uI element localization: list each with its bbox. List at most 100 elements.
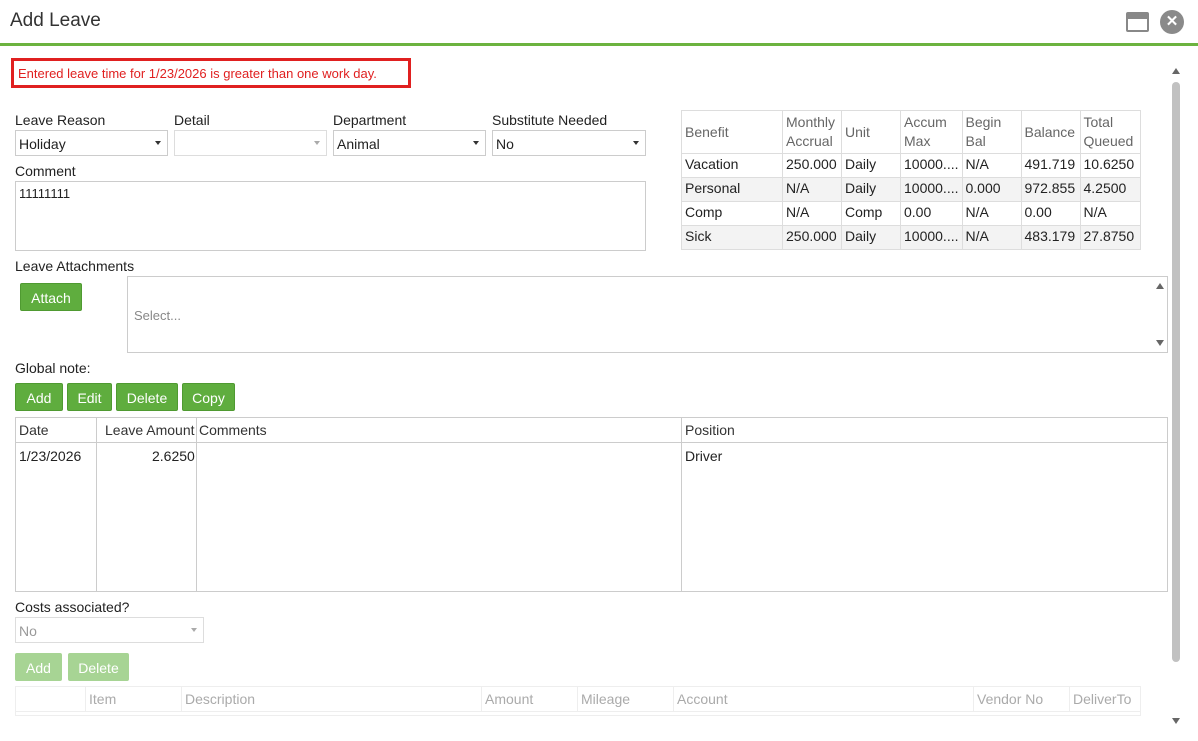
unit-header: Unit [841, 110, 901, 154]
table-row: Sick 250.000 Daily 10000.... N/A 483.179… [681, 225, 1141, 250]
table-cell: 0.00 [900, 201, 963, 226]
attach-button[interactable]: Attach [20, 283, 82, 311]
substitute-select[interactable]: No [492, 130, 646, 156]
row-position[interactable]: Driver [685, 448, 722, 464]
chevron-down-icon [191, 628, 197, 632]
table-cell: 0.00 [1020, 201, 1081, 226]
scroll-up-icon[interactable] [1156, 283, 1164, 289]
leave-reason-select[interactable]: Holiday [15, 130, 168, 156]
table-cell: Comp [681, 201, 783, 226]
department-value: Animal [337, 136, 380, 152]
description-header: Description [185, 691, 256, 707]
table-row: Comp N/A Comp 0.00 N/A 0.00 N/A [681, 201, 1141, 226]
table-cell: 10000.... [900, 177, 963, 202]
costs-value: No [19, 623, 37, 639]
delete-note-button[interactable]: Delete [116, 383, 178, 411]
department-select[interactable]: Animal [333, 130, 486, 156]
global-note-label: Global note: [15, 360, 91, 376]
copy-note-button[interactable]: Copy [182, 383, 235, 411]
table-cell: 972.855 [1020, 177, 1081, 202]
table-cell: 4.2500 [1079, 177, 1141, 202]
vendor-header: Vendor No [977, 691, 1044, 707]
maximize-icon[interactable] [1126, 12, 1149, 32]
table-cell: 10000.... [900, 153, 963, 178]
title-bar: Add Leave ✕ [0, 0, 1198, 44]
balance-header: Balance [1020, 110, 1081, 154]
table-row: Personal N/A Daily 10000.... 0.000 972.8… [681, 177, 1141, 202]
scroll-down-icon[interactable] [1172, 718, 1180, 724]
costs-grid: Item Description Amount Mileage Account … [15, 686, 1141, 716]
chevron-down-icon [473, 141, 479, 145]
begin-bal-header: Begin Bal [961, 110, 1022, 154]
table-cell: 250.000 [782, 153, 842, 178]
add-note-button[interactable]: Add [15, 383, 63, 411]
table-cell: 10000.... [900, 225, 963, 250]
comment-label: Comment [15, 163, 76, 179]
benefits-table: Benefit Monthly Accrual Unit Accum Max B… [681, 110, 1141, 250]
table-cell: N/A [782, 177, 842, 202]
chevron-down-icon [155, 141, 161, 145]
monthly-accrual-header: Monthly Accrual [782, 110, 842, 154]
comment-textarea[interactable]: 11111111 [15, 181, 646, 251]
table-cell: Vacation [681, 153, 783, 178]
account-header: Account [677, 691, 728, 707]
costs-label: Costs associated? [15, 599, 130, 615]
detail-label: Detail [174, 112, 210, 128]
table-cell: N/A [961, 225, 1022, 250]
leave-reason-label: Leave Reason [15, 112, 106, 128]
item-header: Item [89, 691, 117, 707]
table-cell: 0.000 [961, 177, 1022, 202]
table-row: Vacation 250.000 Daily 10000.... N/A 491… [681, 153, 1141, 178]
row-date[interactable]: 1/23/2026 [19, 448, 81, 464]
table-cell: N/A [961, 153, 1022, 178]
vertical-scrollbar[interactable] [1170, 62, 1182, 730]
grid-column [16, 687, 86, 712]
comments-header[interactable]: Comments [199, 422, 267, 438]
table-cell: 10.6250 [1079, 153, 1141, 178]
title-divider [0, 43, 1198, 46]
table-cell: 491.719 [1020, 153, 1081, 178]
leave-grid: Date Leave Amount Comments Position 1/23… [15, 417, 1168, 592]
substitute-value: No [496, 136, 514, 152]
substitute-label: Substitute Needed [492, 112, 608, 128]
table-cell: N/A [782, 201, 842, 226]
grid-column [16, 418, 97, 591]
department-label: Department [333, 112, 407, 128]
table-cell: 250.000 [782, 225, 842, 250]
deliver-header: DeliverTo [1073, 691, 1132, 707]
chevron-down-icon [314, 141, 320, 145]
table-cell: 483.179 [1020, 225, 1081, 250]
chevron-down-icon [633, 141, 639, 145]
close-icon[interactable]: ✕ [1160, 10, 1184, 34]
table-cell: N/A [961, 201, 1022, 226]
table-cell: N/A [1079, 201, 1141, 226]
scrollbar-thumb[interactable] [1172, 82, 1180, 662]
date-header[interactable]: Date [19, 422, 49, 438]
delete-cost-button: Delete [68, 653, 129, 681]
amount-header: Amount [485, 691, 534, 707]
benefit-header: Benefit [681, 110, 783, 154]
window-title: Add Leave [10, 10, 101, 31]
edit-note-button[interactable]: Edit [67, 383, 112, 411]
table-cell: Comp [841, 201, 901, 226]
position-header[interactable]: Position [685, 422, 735, 438]
table-cell: Sick [681, 225, 783, 250]
table-cell: Daily [841, 177, 901, 202]
scroll-up-icon[interactable] [1172, 68, 1180, 74]
attachments-placeholder: Select... [134, 308, 181, 323]
table-cell: Daily [841, 153, 901, 178]
grid-column [97, 418, 197, 591]
leave-amount-header[interactable]: Leave Amount [105, 422, 195, 438]
add-cost-button: Add [15, 653, 62, 681]
attachments-label: Leave Attachments [15, 258, 135, 274]
detail-select[interactable] [174, 130, 327, 156]
leave-reason-value: Holiday [19, 136, 66, 152]
table-cell: Personal [681, 177, 783, 202]
row-amount[interactable]: 2.6250 [152, 448, 195, 464]
table-cell: 27.8750 [1079, 225, 1141, 250]
error-message: Entered leave time for 1/23/2026 is grea… [11, 58, 411, 88]
grid-column [197, 418, 682, 591]
accum-max-header: Accum Max [900, 110, 963, 154]
attachments-list[interactable]: Select... [127, 276, 1168, 353]
scroll-down-icon[interactable] [1156, 340, 1164, 346]
